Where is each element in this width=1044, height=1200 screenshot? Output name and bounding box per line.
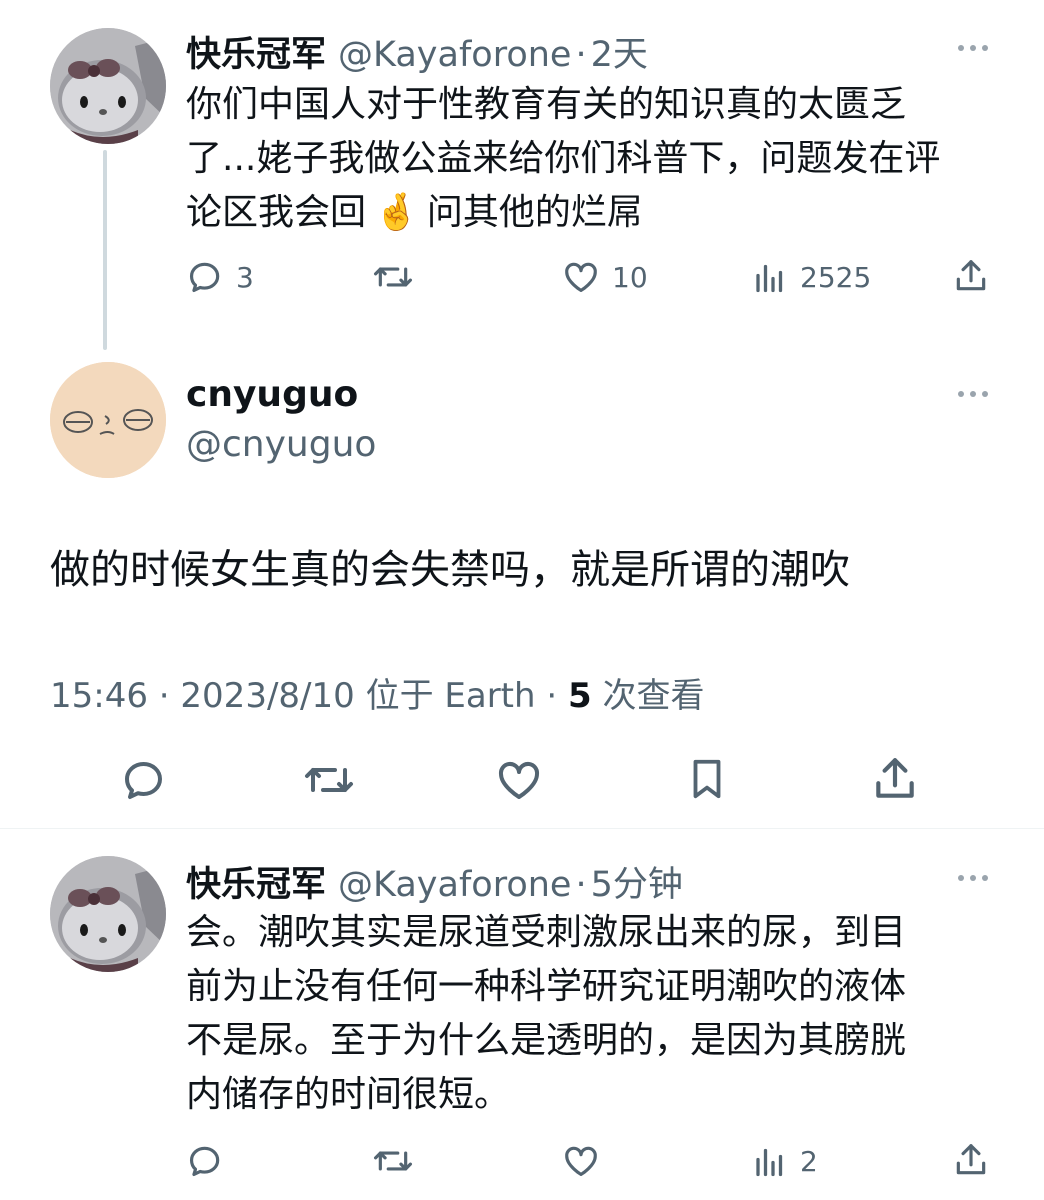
post1-views-button[interactable]: 2525: [752, 258, 871, 296]
post1-like-count: 10: [612, 260, 648, 294]
post1-body: 你们中国人对于性教育有关的知识真的太匮乏 了...姥子我做公益来给你们科普下，问…: [186, 78, 1006, 240]
main-post-like-button[interactable]: [494, 756, 544, 808]
retweet-icon: [374, 1151, 412, 1171]
main-post-author-name[interactable]: cnyuguo: [186, 374, 358, 415]
reply-separator: ·: [575, 865, 587, 905]
reply-views-button[interactable]: 2: [752, 1142, 818, 1180]
main-post-avatar[interactable]: [50, 362, 166, 478]
main-post-time[interactable]: 15:46: [50, 676, 148, 716]
reply-icon: [125, 762, 162, 799]
post1-like-button[interactable]: 10: [562, 258, 648, 296]
reply-body-line3: 不是尿。至于为什么是透明的，是因为其膀胱: [186, 1020, 907, 1061]
post1-body-line3: 论区我会回 🤞 问其他的烂屌: [186, 186, 1006, 240]
retweet-icon: [374, 267, 412, 287]
post1-body-line3-b: 问其他的烂屌: [426, 192, 643, 233]
reply-more-icon[interactable]: [958, 875, 988, 881]
post1-reply-count: 3: [236, 260, 254, 294]
post1-body-line1: 你们中国人对于性教育有关的知识真的太匮乏: [186, 84, 907, 125]
main-post-more-icon[interactable]: [958, 391, 988, 397]
main-post-author-handle[interactable]: @cnyuguo: [186, 424, 376, 465]
reply-body-line4: 内储存的时间很短。: [186, 1074, 511, 1115]
main-post-sep1: ·: [158, 676, 170, 716]
reply-time[interactable]: 5分钟: [591, 856, 683, 907]
main-post-views-num[interactable]: 5: [568, 676, 592, 716]
reply-header: 快乐冠军 @Kayaforone · 5分钟: [186, 856, 683, 907]
post1-author-name[interactable]: 快乐冠军: [186, 26, 326, 77]
post1-time[interactable]: 2天: [591, 26, 648, 77]
share-icon: [956, 260, 986, 291]
views-icon: [756, 264, 783, 293]
reply-author-handle[interactable]: @Kayaforone: [338, 865, 571, 905]
reply-body-line2: 前为止没有任何一种科学研究证明潮吹的液体: [186, 966, 907, 1007]
main-post-views-label[interactable]: 次查看: [602, 676, 704, 716]
main-post-date[interactable]: 2023/8/10: [180, 676, 354, 716]
reply-view-count: 2: [800, 1144, 818, 1178]
main-post-reply-button[interactable]: [120, 756, 168, 808]
main-post-bookmark-button[interactable]: [684, 754, 730, 808]
reply-icon: [189, 1146, 220, 1177]
share-icon: [876, 758, 914, 798]
reply-author-name[interactable]: 快乐冠军: [186, 856, 326, 907]
main-post-share-button[interactable]: [870, 754, 920, 808]
reply-reply-button[interactable]: [186, 1142, 224, 1180]
crossed-fingers-emoji: 🤞: [374, 192, 419, 233]
post1-share-button[interactable]: [952, 256, 990, 296]
post1-body-line3-a: 论区我会回: [186, 192, 367, 233]
reply-body: 会。潮吹其实是尿道受刺激尿出来的尿，到目 前为止没有任何一种科学研究证明潮吹的液…: [186, 906, 1006, 1122]
reply-icon: [189, 262, 220, 293]
main-post-timestamp-row: 15:46 · 2023/8/10 位于 Earth · 5 次查看: [50, 668, 704, 717]
reply-avatar[interactable]: [50, 856, 166, 972]
bookmark-icon: [693, 759, 721, 799]
reply-retweet-button[interactable]: [372, 1142, 414, 1180]
post1-header: 快乐冠军 @Kayaforone · 2天: [186, 26, 648, 77]
reply-like-button[interactable]: [562, 1142, 600, 1180]
post1-author-handle[interactable]: @Kayaforone: [338, 35, 571, 75]
post1-more-icon[interactable]: [958, 45, 988, 51]
post1-avatar[interactable]: [50, 28, 166, 144]
post1-retweet-button[interactable]: [372, 258, 414, 296]
post1-reply-button[interactable]: 3: [186, 258, 254, 296]
views-icon: [756, 1148, 783, 1177]
like-icon: [565, 262, 597, 293]
retweet-icon: [305, 768, 353, 792]
main-post-text: 做的时候女生真的会失禁吗，就是所谓的潮吹: [50, 547, 850, 593]
post1-body-line2: 了...姥子我做公益来给你们科普下，问题发在评: [186, 138, 941, 179]
like-icon: [498, 762, 540, 799]
reply-share-button[interactable]: [952, 1140, 990, 1180]
post1-view-count: 2525: [800, 260, 872, 294]
divider: [0, 828, 1044, 829]
main-post-location: 位于 Earth: [365, 676, 536, 716]
thread-line: [103, 150, 107, 350]
main-post-retweet-button[interactable]: [302, 756, 356, 808]
reply-body-line1: 会。潮吹其实是尿道受刺激尿出来的尿，到目: [186, 912, 907, 953]
like-icon: [565, 1146, 597, 1177]
main-post-sep2: ·: [546, 676, 558, 716]
post1-separator: ·: [575, 35, 587, 75]
share-icon: [956, 1144, 986, 1175]
